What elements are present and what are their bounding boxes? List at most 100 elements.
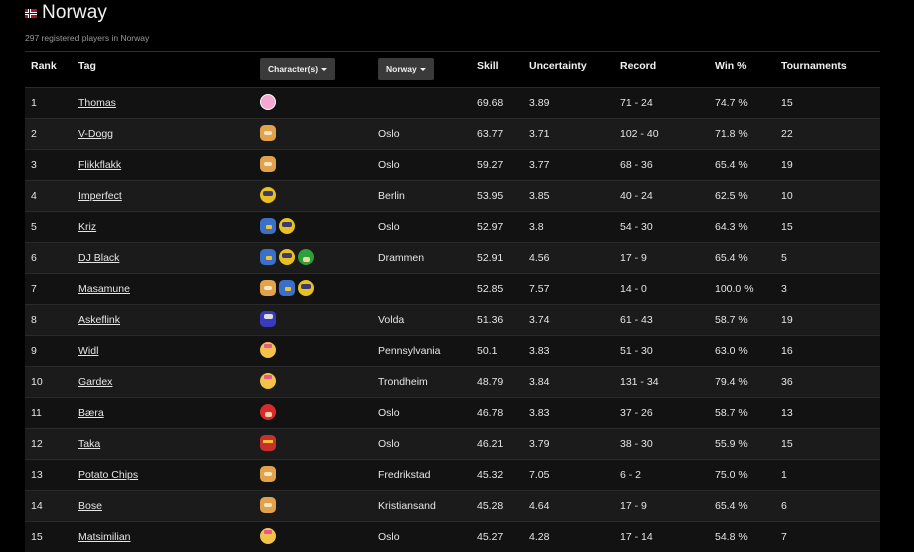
uncertainty-cell: 3.83 — [529, 407, 550, 419]
player-tag-link[interactable]: Kriz — [78, 221, 96, 233]
record-cell: 61 - 43 — [620, 314, 653, 326]
record-cell: 68 - 36 — [620, 159, 653, 171]
tournaments-cell: 6 — [781, 500, 787, 512]
win-percent-cell: 71.8 % — [715, 128, 748, 140]
player-count-subtitle: 297 registered players in Norway — [25, 33, 150, 43]
sheik-icon — [260, 187, 276, 203]
sheik-icon — [279, 249, 295, 265]
tournaments-cell: 22 — [781, 128, 793, 140]
location-cell: Oslo — [378, 128, 400, 140]
skill-cell: 52.97 — [477, 221, 504, 233]
uncertainty-cell: 4.28 — [529, 531, 550, 543]
table-row: 1 Thomas 69.68 3.89 71 - 24 74.7 % 15 — [25, 87, 880, 118]
character-icons — [260, 435, 276, 451]
player-tag-link[interactable]: Gardex — [78, 376, 112, 388]
player-tag-link[interactable]: Bæra — [78, 407, 104, 419]
location-cell: Pennsylvania — [378, 345, 441, 357]
luigi-icon — [298, 249, 314, 265]
peach-icon — [260, 373, 276, 389]
player-tag-link[interactable]: DJ Black — [78, 252, 119, 264]
player-tag-link[interactable]: Thomas — [78, 97, 116, 109]
player-tag-link[interactable]: Imperfect — [78, 190, 122, 202]
table-row: 5 Kriz Oslo 52.97 3.8 54 - 30 64.3 % 15 — [25, 211, 880, 242]
character-icons — [260, 311, 276, 327]
player-tag-link[interactable]: V-Dogg — [78, 128, 113, 140]
record-cell: 17 - 9 — [620, 500, 647, 512]
location-cell: Oslo — [378, 159, 400, 171]
character-filter-button[interactable]: Character(s) — [260, 58, 336, 80]
character-icons — [260, 125, 276, 141]
table-row: 11 Bæra Oslo 46.78 3.83 37 - 26 58.7 % 13 — [25, 397, 880, 428]
tournaments-cell: 15 — [781, 97, 793, 109]
location-cell: Volda — [378, 314, 405, 326]
table-row: 2 V-Dogg Oslo 63.77 3.71 102 - 40 71.8 % 22 — [25, 118, 880, 149]
uncertainty-cell: 4.64 — [529, 500, 550, 512]
character-icons — [260, 373, 276, 389]
skill-cell: 59.27 — [477, 159, 504, 171]
rank-cell: 13 — [31, 469, 43, 481]
skill-cell: 52.85 — [477, 283, 504, 295]
region-filter-button[interactable]: Norway — [378, 58, 434, 80]
record-cell: 40 - 24 — [620, 190, 653, 202]
table-row: 13 Potato Chips Fredrikstad 45.32 7.05 6 - 2 7… — [25, 459, 880, 490]
record-cell: 14 - 0 — [620, 283, 647, 295]
location-cell: Kristiansand — [378, 500, 436, 512]
region-filter-label: Norway — [386, 64, 417, 74]
uncertainty-cell: 7.05 — [529, 469, 550, 481]
record-cell: 17 - 14 — [620, 531, 653, 543]
record-header: Record — [620, 60, 657, 72]
rank-cell: 12 — [31, 438, 43, 450]
player-tag-link[interactable]: Matsimilian — [78, 531, 131, 543]
tournaments-cell: 10 — [781, 190, 793, 202]
win-percent-cell: 64.3 % — [715, 221, 748, 233]
player-tag-link[interactable]: Masamune — [78, 283, 130, 295]
rankings-table: Rank Tag Character(s) Norway Skill Uncer… — [25, 51, 880, 552]
falco-icon — [260, 218, 276, 234]
record-cell: 6 - 2 — [620, 469, 642, 481]
character-icons — [260, 218, 295, 234]
rank-cell: 8 — [31, 314, 37, 326]
rank-cell: 14 — [31, 500, 43, 512]
player-tag-link[interactable]: Bose — [78, 500, 102, 512]
player-tag-link[interactable]: Flikkflakk — [78, 159, 121, 171]
table-body: 1 Thomas 69.68 3.89 71 - 24 74.7 % 15 2 V-Dogg Os… — [25, 87, 880, 552]
location-cell: Oslo — [378, 438, 400, 450]
location-cell: Trondheim — [378, 376, 428, 388]
skill-cell: 46.21 — [477, 438, 504, 450]
fox-icon — [260, 466, 276, 482]
record-cell: 51 - 30 — [620, 345, 653, 357]
tournaments-cell: 19 — [781, 314, 793, 326]
skill-cell: 46.78 — [477, 407, 504, 419]
peach-icon — [260, 342, 276, 358]
captain-falcon-icon — [260, 435, 276, 451]
character-icons — [260, 466, 276, 482]
character-icons — [260, 280, 314, 296]
sheik-icon — [279, 218, 295, 234]
player-tag-link[interactable]: Taka — [78, 438, 100, 450]
character-icons — [260, 94, 276, 110]
win-percent-cell: 62.5 % — [715, 190, 748, 202]
table-row: 3 Flikkflakk Oslo 59.27 3.77 68 - 36 65.4 % 19 — [25, 149, 880, 180]
fox-icon — [260, 280, 276, 296]
rank-cell: 15 — [31, 531, 43, 543]
tournaments-cell: 13 — [781, 407, 793, 419]
record-cell: 54 - 30 — [620, 221, 653, 233]
win-percent-cell: 63.0 % — [715, 345, 748, 357]
character-icons — [260, 497, 276, 513]
tournaments-cell: 36 — [781, 376, 793, 388]
win-percent-header: Win % — [715, 60, 747, 72]
fox-icon — [260, 497, 276, 513]
tournaments-cell: 3 — [781, 283, 787, 295]
table-row: 10 Gardex Trondheim 48.79 3.84 131 - 34 79.4 %… — [25, 366, 880, 397]
table-row: 14 Bose Kristiansand 45.28 4.64 17 - 9 65.4 % 6 — [25, 490, 880, 521]
tournaments-header: Tournaments — [781, 60, 847, 72]
rank-cell: 9 — [31, 345, 37, 357]
character-icons — [260, 404, 276, 420]
uncertainty-header: Uncertainty — [529, 60, 587, 72]
player-tag-link[interactable]: Askeflink — [78, 314, 120, 326]
table-row: 9 Widl Pennsylvania 50.1 3.83 51 - 30 63.0 % 16 — [25, 335, 880, 366]
rank-cell: 10 — [31, 376, 43, 388]
player-tag-link[interactable]: Potato Chips — [78, 469, 138, 481]
player-tag-link[interactable]: Widl — [78, 345, 98, 357]
skill-header: Skill — [477, 60, 499, 72]
